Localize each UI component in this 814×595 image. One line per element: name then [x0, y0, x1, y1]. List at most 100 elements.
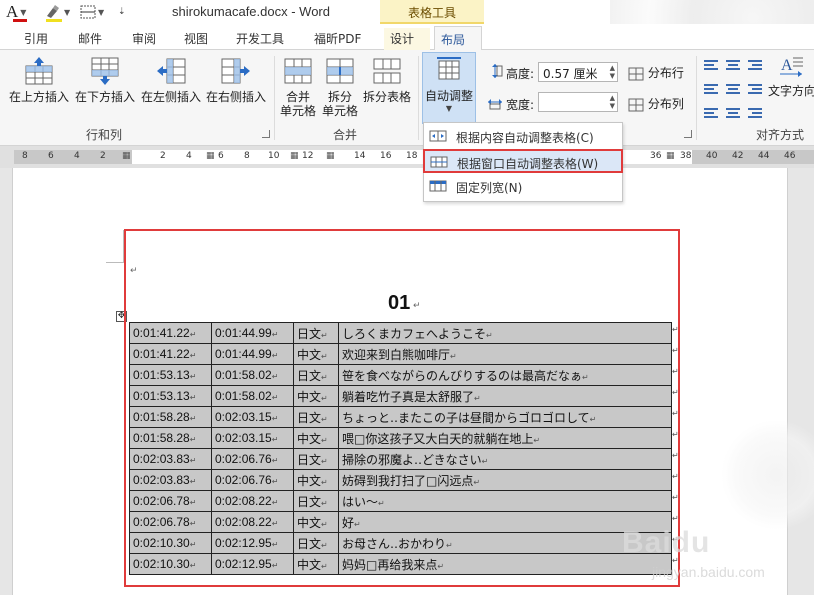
cell-size-dialog-launcher-icon[interactable] — [684, 130, 692, 138]
insert-column-left-icon — [157, 58, 186, 84]
split-cells-button[interactable]: 拆分 单元格 — [320, 56, 360, 118]
highlight-swatch — [46, 19, 62, 22]
table-borders-icon — [80, 5, 96, 19]
insert-row-below-icon — [91, 57, 119, 85]
distribute-rows-label: 分布行 — [647, 66, 684, 80]
distribute-columns-icon — [628, 98, 644, 111]
insert-right-button[interactable]: 在右侧插入 — [204, 56, 268, 104]
tab-design[interactable]: 设计 — [384, 28, 430, 50]
group-separator — [696, 56, 697, 140]
align-middle-right-icon[interactable] — [748, 82, 764, 96]
ruler-number: 4 — [74, 151, 80, 161]
tab-foxit-pdf[interactable]: 福昕PDF — [308, 28, 367, 50]
align-bottom-left-icon[interactable] — [704, 106, 720, 120]
autofit-dropdown-menu: 根据内容自动调整表格(C) 根据窗口自动调整表格(W) 固定列宽(N) — [423, 122, 623, 202]
insert-row-above-icon — [25, 57, 53, 85]
page-corner-mark — [106, 262, 124, 263]
ruler-number: 10 — [268, 151, 280, 161]
tab-layout[interactable]: 布局 — [434, 26, 482, 51]
insert-below-button[interactable]: 在下方插入 — [72, 56, 138, 104]
merge-cells-icon — [284, 58, 312, 84]
chevron-down-icon[interactable]: ▼ — [64, 8, 70, 17]
baidu-logo: Baidu — [622, 526, 711, 559]
split-table-label: 拆分表格 — [362, 90, 411, 104]
document-title: shirokumacafe.docx - Word — [172, 4, 330, 19]
svg-text:A: A — [781, 57, 793, 74]
align-top-left-icon[interactable] — [704, 58, 720, 72]
height-label: 高度: — [506, 67, 535, 81]
fixed-column-width-menu-item[interactable]: 固定列宽(N) — [424, 175, 622, 199]
height-value: 0.57 厘米 — [543, 67, 598, 81]
title-bar: A ▼ ▼ ▼ ⇣ shirokumacafe.docx - Word 表格工具 — [0, 0, 814, 60]
tab-review[interactable]: 审阅 — [126, 28, 162, 50]
fixed-column-width-label: 固定列宽(N) — [456, 181, 523, 195]
ruler-column-marker-icon[interactable]: ▦ — [666, 151, 675, 161]
ruler-number: 18 — [406, 151, 418, 161]
autofit-contents-menu-item[interactable]: 根据内容自动调整表格(C) — [424, 125, 622, 149]
align-bottom-center-icon[interactable] — [726, 106, 742, 120]
align-middle-center-icon[interactable] — [726, 82, 742, 96]
distribute-rows-button[interactable]: 分布行 — [628, 64, 688, 81]
ruler-number: 42 — [732, 151, 744, 161]
text-direction-button[interactable]: A 文字方向 — [768, 54, 814, 98]
borders-button[interactable]: ▼ — [80, 2, 106, 22]
table-tools-label: 表格工具 — [407, 6, 456, 20]
merge-cells-button[interactable]: 合并 单元格 — [278, 56, 318, 118]
tab-view[interactable]: 视图 — [178, 28, 214, 50]
ruler-column-marker-icon[interactable]: ▦ — [290, 151, 299, 161]
merge-cells-label-2: 单元格 — [279, 104, 316, 118]
split-table-button[interactable]: 拆分表格 — [362, 56, 412, 104]
insert-left-button[interactable]: 在左侧插入 — [138, 56, 204, 104]
fixed-column-width-icon — [429, 180, 447, 192]
distribute-columns-button[interactable]: 分布列 — [628, 95, 688, 112]
ruler-number: 38 — [680, 151, 692, 161]
spinner-arrows-icon[interactable]: ▲ ▼ — [610, 94, 615, 110]
selection-highlight-frame — [124, 229, 680, 587]
table-tools-context-band: 表格工具 — [380, 0, 484, 24]
group-separator — [274, 56, 275, 140]
highlighter-icon — [47, 5, 59, 18]
ruler-column-marker-icon[interactable]: ▦ — [326, 151, 335, 161]
text-direction-label: 文字方向 — [768, 84, 814, 98]
ruler-number: 36 — [650, 151, 662, 161]
insert-above-button[interactable]: 在上方插入 — [6, 56, 72, 104]
split-cells-icon — [326, 58, 354, 84]
ruler-column-marker-icon[interactable]: ▦ — [206, 151, 215, 161]
spinner-arrows-icon[interactable]: ▲ ▼ — [610, 64, 615, 80]
align-top-right-icon[interactable] — [748, 58, 764, 72]
autofit-button[interactable]: 自动调整 ▼ — [422, 52, 476, 124]
align-middle-left-icon[interactable] — [704, 82, 720, 96]
align-bottom-right-icon[interactable] — [748, 106, 764, 120]
chevron-down-icon[interactable]: ▼ — [20, 8, 26, 17]
insert-column-right-icon — [221, 58, 250, 84]
height-field[interactable]: 0.57 厘米 ▲ ▼ — [538, 62, 618, 82]
distribute-rows-icon — [628, 67, 644, 80]
autofit-contents-icon — [429, 130, 447, 142]
customize-quick-access-icon[interactable]: ⇣ — [118, 2, 128, 22]
tab-references[interactable]: 引用 — [18, 28, 54, 50]
tab-developer[interactable]: 开发工具 — [230, 28, 290, 50]
tab-mailings[interactable]: 邮件 — [72, 28, 108, 50]
split-cells-label-2: 单元格 — [321, 104, 358, 118]
ribbon-layout-panel: 在上方插入 在下方插入 在左侧插入 在右侧插入 行和列 合并 单元格 拆分 单元… — [0, 50, 814, 146]
insert-above-label: 在上方插入 — [8, 90, 69, 104]
autofit-window-menu-item[interactable]: 根据窗口自动调整表格(W) — [423, 149, 623, 173]
group-label-alignment: 对齐方式 — [756, 128, 805, 142]
ruler-number: 6 — [218, 151, 224, 161]
font-color-button[interactable]: A ▼ — [6, 2, 36, 22]
autofit-contents-label: 根据内容自动调整表格(C) — [456, 131, 594, 145]
ruler-number: 12 — [302, 151, 314, 161]
insert-right-label: 在右侧插入 — [205, 90, 266, 104]
distribute-columns-label: 分布列 — [647, 97, 684, 111]
align-top-center-icon[interactable] — [726, 58, 742, 72]
ruler-number: 8 — [244, 151, 250, 161]
width-field[interactable]: ▲ ▼ — [538, 92, 618, 112]
highlight-button[interactable]: ▼ — [44, 2, 72, 22]
width-label: 宽度: — [506, 98, 535, 112]
baidu-sub: jingyan.baidu.com — [652, 564, 765, 580]
chevron-down-icon[interactable]: ▼ — [98, 8, 104, 17]
ruler-column-marker-icon[interactable]: ▦ — [122, 151, 131, 161]
horizontal-ruler[interactable]: 8 6 4 2 ▦ 2 4 ▦ 6 8 10 ▦ 12 ▦ 14 16 18 3… — [0, 146, 814, 168]
chevron-down-icon: ▼ — [445, 104, 453, 113]
rows-cols-dialog-launcher-icon[interactable] — [262, 130, 270, 138]
